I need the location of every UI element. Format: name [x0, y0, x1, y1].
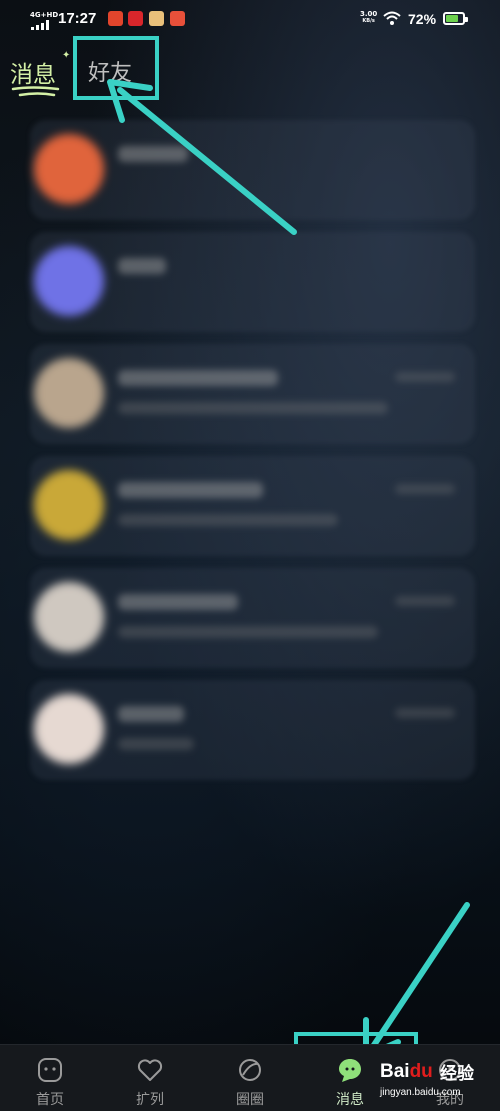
notification-icon [170, 11, 185, 26]
heart-icon [137, 1059, 163, 1081]
battery-fill [446, 15, 458, 22]
notification-icon [149, 11, 164, 26]
conversation-item[interactable] [30, 344, 475, 444]
battery-percent: 72% [408, 11, 437, 27]
network-type: 4G+HD [30, 11, 59, 19]
wifi-icon [383, 11, 401, 25]
avatar [34, 246, 104, 316]
conversation-item[interactable] [30, 568, 475, 668]
nav-circles-label: 圈圈 [236, 1092, 264, 1108]
highlight-box-friends [73, 36, 159, 100]
battery-icon [443, 12, 468, 25]
watermark-domain: jingyan.baidu.com [380, 1087, 461, 1098]
tab-messages[interactable]: 消息 [10, 55, 56, 89]
avatar [34, 582, 104, 652]
avatar [34, 134, 104, 204]
avatar [34, 694, 104, 764]
watermark-logo: Baidu [380, 1061, 433, 1082]
screen: 4G+HD 17:27 3.00 KB/s 72% 消息 ✦ 好友 首页 扩列 … [0, 0, 500, 1111]
sparkle-icon: ✦ [62, 50, 71, 61]
notification-icon [108, 11, 123, 26]
tab-underline-icon [11, 86, 60, 97]
chat-bubble-icon [339, 1059, 361, 1082]
clock: 17:27 [58, 10, 97, 27]
signal-icon [31, 20, 51, 30]
nav-expand-label: 扩列 [136, 1092, 164, 1108]
home-face-icon [38, 1058, 62, 1082]
network-speed: 3.00 KB/s [360, 11, 377, 25]
status-bar: 4G+HD 17:27 3.00 KB/s 72% [0, 0, 500, 38]
conversation-item[interactable] [30, 232, 475, 332]
network-speed-unit: KB/s [362, 18, 375, 24]
network-speed-value: 3.00 [360, 10, 378, 18]
circle-icon [239, 1059, 261, 1081]
nav-circles[interactable]: 圈圈 [200, 1045, 300, 1111]
baidu-jingyan-watermark: Baidu 经验 jingyan.baidu.com [380, 1055, 500, 1105]
avatar [34, 358, 104, 428]
conversation-item[interactable] [30, 456, 475, 556]
conversation-item[interactable] [30, 120, 475, 220]
conversation-list [30, 120, 475, 792]
avatar [34, 470, 104, 540]
nav-home-label: 首页 [36, 1092, 64, 1108]
nav-home[interactable]: 首页 [0, 1045, 100, 1111]
nav-expand[interactable]: 扩列 [100, 1045, 200, 1111]
watermark-service: 经验 [440, 1064, 474, 1084]
conversation-item[interactable] [30, 680, 475, 780]
notification-icon [128, 11, 143, 26]
